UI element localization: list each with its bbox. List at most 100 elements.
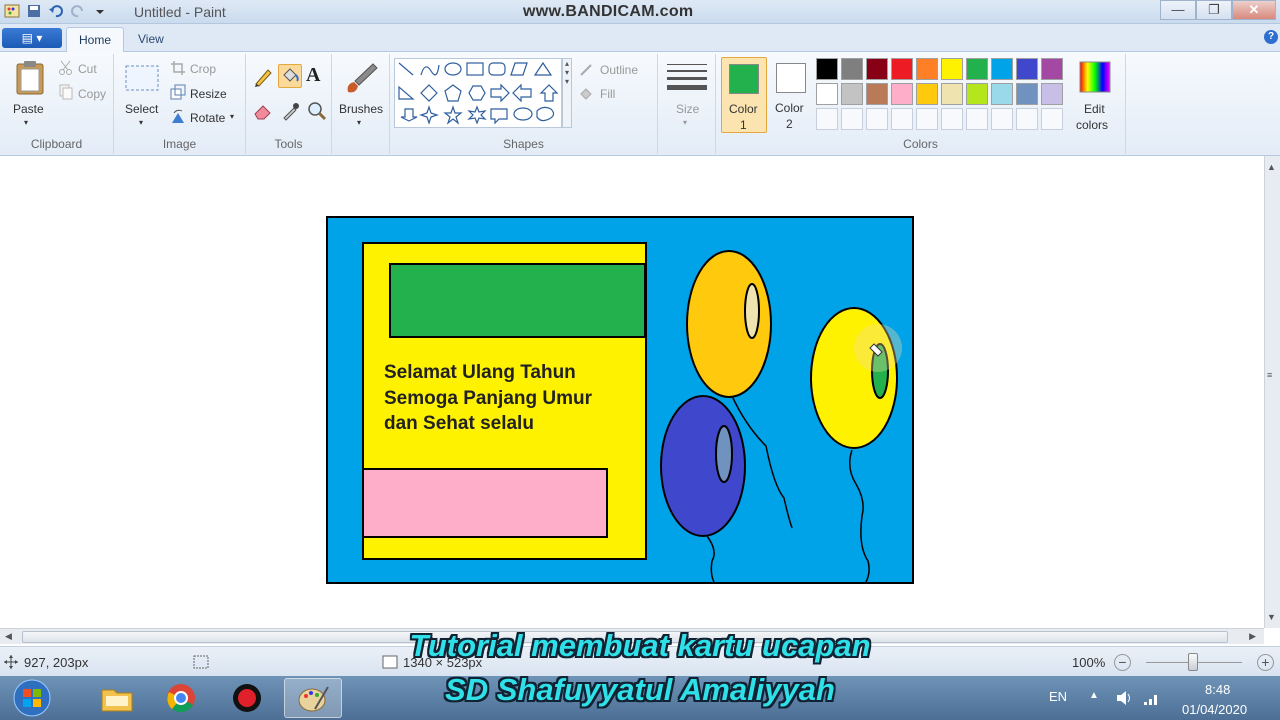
pencil-icon[interactable] (252, 66, 274, 88)
rotate-dropdown-icon[interactable]: ▾ (230, 112, 234, 121)
window-controls: — ❐ ✕ (1160, 0, 1276, 20)
palette-swatch[interactable] (966, 83, 988, 105)
select-icon[interactable] (124, 64, 160, 92)
select-dropdown-icon[interactable]: ▾ (139, 118, 143, 127)
eraser-icon[interactable] (252, 100, 274, 122)
card-green-banner (389, 263, 646, 338)
color2-sub: 2 (786, 117, 793, 131)
palette-swatch[interactable] (816, 58, 838, 80)
palette-swatch[interactable] (816, 83, 838, 105)
custom-color-slot[interactable] (916, 108, 938, 130)
resize-button[interactable]: Resize (190, 87, 227, 101)
edit-colors-line1[interactable]: Edit (1084, 102, 1105, 116)
undo-icon[interactable] (48, 3, 64, 19)
color1-button[interactable]: Color 1 (721, 57, 767, 133)
maximize-button[interactable]: ❐ (1196, 0, 1232, 20)
shapes-gallery[interactable] (394, 58, 562, 128)
palette-swatch[interactable] (1041, 83, 1063, 105)
colors-group: Color 1 Color 2 Edit colors Colors (716, 54, 1126, 154)
tab-view[interactable]: View (126, 27, 176, 52)
copy-button[interactable]: Copy (78, 87, 106, 101)
ribbon-tab-row: ▤ ▾ Home View ? (0, 24, 1280, 52)
custom-color-slot[interactable] (991, 108, 1013, 130)
size-dropdown-icon[interactable]: ▾ (683, 118, 687, 127)
crop-button[interactable]: Crop (190, 62, 216, 76)
palette-swatch[interactable] (891, 83, 913, 105)
palette-swatch[interactable] (841, 58, 863, 80)
vertical-scrollbar[interactable]: ▲ ≡ ▼ (1264, 156, 1280, 628)
tab-home[interactable]: Home (66, 27, 125, 52)
cut-button[interactable]: Cut (78, 62, 97, 76)
palette-swatch[interactable] (991, 83, 1013, 105)
palette-swatch[interactable] (866, 83, 888, 105)
palette-swatch[interactable] (866, 58, 888, 80)
color-picker-icon[interactable] (280, 100, 302, 122)
palette-swatch[interactable] (1041, 58, 1063, 80)
outline-icon (580, 64, 592, 76)
text-tool-icon[interactable]: A (306, 64, 320, 87)
palette-swatch[interactable] (991, 58, 1013, 80)
video-caption-line1: Tutorial membuat kartu ucapan (409, 628, 871, 663)
copy-icon (59, 84, 73, 100)
color1-sub: 1 (740, 118, 747, 132)
paste-icon[interactable] (14, 60, 46, 96)
minimize-button[interactable]: — (1160, 0, 1196, 20)
custom-color-slot[interactable] (941, 108, 963, 130)
scroll-down-icon[interactable]: ▼ (1267, 612, 1276, 622)
resize-handle-icon[interactable]: ≡ (1267, 370, 1272, 380)
help-icon[interactable]: ? (1264, 30, 1278, 44)
balloon-orange-highlight (744, 283, 760, 339)
balloon-blue-highlight (715, 425, 733, 483)
outline-button[interactable]: Outline (600, 63, 638, 77)
fill-button[interactable]: Fill (600, 87, 615, 101)
scroll-up-icon[interactable]: ▲ (1267, 162, 1276, 172)
clipboard-group: Paste ▾ Cut Copy Clipboard (0, 54, 114, 154)
custom-color-slot[interactable] (891, 108, 913, 130)
resize-icon (170, 84, 186, 100)
magnifier-icon[interactable] (306, 100, 328, 122)
palette-swatch[interactable] (1016, 58, 1038, 80)
paste-button[interactable]: Paste (13, 102, 44, 116)
rotate-button[interactable]: Rotate (190, 111, 225, 125)
palette-swatch[interactable] (841, 83, 863, 105)
brushes-dropdown-icon[interactable]: ▾ (357, 118, 361, 127)
tools-group: A Tools (246, 54, 332, 154)
quick-access-toolbar (4, 3, 108, 19)
redo-icon[interactable] (70, 3, 86, 19)
custom-color-slot[interactable] (1016, 108, 1038, 130)
rotate-icon (172, 109, 184, 123)
edit-colors-icon[interactable] (1078, 60, 1112, 94)
palette-swatch[interactable] (941, 83, 963, 105)
fill-icon (580, 88, 592, 100)
color2-button[interactable]: Color 2 (772, 57, 812, 133)
fill-tool-selected[interactable] (278, 64, 302, 88)
select-button[interactable]: Select (125, 102, 158, 116)
palette-swatch[interactable] (891, 58, 913, 80)
palette-swatch[interactable] (966, 58, 988, 80)
shapes-group: ▴ ▾ ▾ Outline Fill Shapes (390, 54, 658, 154)
custom-color-slot[interactable] (866, 108, 888, 130)
save-icon[interactable] (26, 3, 42, 19)
shapes-scroll[interactable]: ▴ ▾ ▾ (562, 58, 572, 128)
paint-app-icon[interactable] (4, 3, 20, 19)
palette-swatch[interactable] (916, 83, 938, 105)
custom-color-slot[interactable] (816, 108, 838, 130)
palette-swatch[interactable] (941, 58, 963, 80)
close-button[interactable]: ✕ (1232, 0, 1276, 20)
custom-color-slot[interactable] (1041, 108, 1063, 130)
brushes-button[interactable]: Brushes (339, 102, 383, 116)
edit-colors-line2[interactable]: colors (1076, 118, 1108, 132)
greeting-line-1: Selamat Ulang Tahun (384, 362, 576, 383)
palette-swatch[interactable] (1016, 83, 1038, 105)
paste-dropdown-icon[interactable]: ▾ (24, 118, 28, 127)
image-group: Select ▾ Crop Resize Rotate ▾ Image (114, 54, 246, 154)
brush-icon[interactable] (342, 60, 380, 98)
customize-qat-icon[interactable] (92, 3, 108, 19)
custom-color-slot[interactable] (841, 108, 863, 130)
file-menu-button[interactable]: ▤ ▾ (2, 28, 62, 48)
image-group-label: Image (162, 137, 197, 151)
palette-swatch[interactable] (916, 58, 938, 80)
size-icon[interactable] (667, 62, 707, 92)
size-button[interactable]: Size (676, 102, 699, 116)
custom-color-slot[interactable] (966, 108, 988, 130)
